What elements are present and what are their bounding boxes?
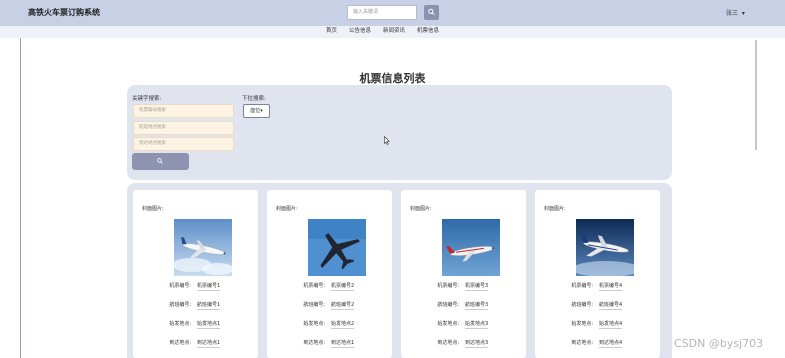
field-key: 始发地点: [571, 321, 593, 327]
tickets-list: 封面图片: 机票编号: 机票编号1 航班编号: 航班编号1 始发地点: 始发地点… [127, 183, 672, 358]
field-value: 到达地点3 [465, 340, 489, 348]
arrive-search-input[interactable]: 到达地点搜索 [133, 137, 234, 151]
nav-item-news[interactable]: 新闻资讯 [383, 27, 405, 36]
field-key: 到达地点: [437, 340, 459, 346]
flight-no-row: 航班编号: 航班编号3 [401, 301, 526, 311]
arrive-row: 到达地点: 到达地点3 [401, 339, 526, 349]
field-key: 机票编号: [303, 283, 325, 289]
top-bar: 高铁火车票订购系统 输入关键词 张三 ▾ [0, 0, 785, 26]
field-value: 始发地点3 [465, 321, 489, 329]
flight-no-row: 航班编号: 航班编号1 [133, 301, 258, 311]
field-key: 机票编号: [437, 283, 459, 289]
ticket-no-row: 机票编号: 机票编号1 [133, 282, 258, 292]
ticket-no-search-input[interactable]: 机票编号搜索 [133, 104, 234, 118]
field-key: 机票编号: [571, 283, 593, 289]
cover-image[interactable] [174, 219, 232, 276]
depart-row: 始发地点: 始发地点1 [133, 320, 258, 330]
ticket-card[interactable]: 封面图片: 机票编号: 机票编号2 航班编号: 航班编号2 始发地点: 始发地点… [267, 190, 392, 358]
cover-image[interactable] [442, 219, 500, 276]
flight-no-row: 航班编号: 航班编号4 [535, 301, 660, 311]
cover-image-label: 封面图片: [276, 206, 298, 212]
page-title: 机票信息列表 [359, 72, 426, 85]
field-key: 航班编号: [303, 302, 325, 308]
field-key: 始发地点: [303, 321, 325, 327]
field-value: 航班编号3 [465, 302, 489, 310]
cover-image-label: 封面图片: [544, 206, 566, 212]
field-key: 航班编号: [571, 302, 593, 308]
field-value: 机票编号3 [465, 283, 489, 291]
dropdown-value: 座位 [250, 108, 261, 114]
header-search-input[interactable]: 输入关键词 [347, 5, 417, 20]
search-icon [157, 158, 163, 164]
ticket-no-row: 机票编号: 机票编号2 [267, 282, 392, 292]
field-key: 到达地点: [303, 340, 325, 346]
depart-row: 始发地点: 始发地点3 [401, 320, 526, 330]
search-icon [428, 8, 435, 16]
scrollbar[interactable] [755, 40, 757, 150]
field-value: 航班编号2 [331, 302, 355, 310]
field-value: 到达地点1 [331, 340, 355, 348]
field-value: 机票编号4 [599, 283, 623, 291]
field-key: 始发地点: [437, 321, 459, 327]
depart-search-input[interactable]: 航班地点搜索 [133, 121, 234, 135]
field-key: 到达地点: [169, 340, 191, 346]
arrive-row: 到达地点: 到达地点1 [267, 339, 392, 349]
depart-row: 始发地点: 始发地点4 [535, 320, 660, 330]
field-value: 始发地点1 [197, 321, 221, 329]
watermark: CSDN @bysj703 [674, 337, 764, 350]
field-value: 到达地点4 [599, 340, 623, 348]
field-key: 航班编号: [437, 302, 459, 308]
field-value: 航班编号1 [197, 302, 221, 310]
cover-image-label: 封面图片: [410, 206, 432, 212]
field-key: 到达地点: [571, 340, 593, 346]
arrive-row: 到达地点: 到达地点4 [535, 339, 660, 349]
field-value: 始发地点4 [599, 321, 623, 329]
cover-image[interactable] [576, 219, 634, 276]
user-menu[interactable]: 张三 ▾ [726, 8, 745, 17]
keyword-search-label: 关键字搜索: [132, 96, 162, 102]
flight-no-row: 航班编号: 航班编号2 [267, 301, 392, 311]
main-nav: 首页 公告信息 新闻资讯 机票信息 [0, 26, 785, 38]
field-value: 到达地点1 [197, 340, 221, 348]
field-key: 机票编号: [169, 283, 191, 289]
nav-item-announcements[interactable]: 公告信息 [349, 27, 371, 36]
ticket-card[interactable]: 封面图片: 机票编号: 机票编号3 航班编号: 航班编号3 始发地点: 始发地点… [401, 190, 526, 358]
cover-image[interactable] [308, 219, 366, 276]
field-value: 航班编号4 [599, 302, 623, 310]
seat-dropdown[interactable]: 座位▾ [243, 104, 270, 118]
ticket-card[interactable]: 封面图片: 机票编号: 机票编号1 航班编号: 航班编号1 始发地点: 始发地点… [133, 190, 258, 358]
dropdown-search-label: 下拉搜索: [242, 96, 266, 102]
user-name: 张三 [726, 10, 739, 17]
nav-item-tickets[interactable]: 机票信息 [417, 27, 439, 36]
keyword-search-button[interactable] [132, 153, 189, 170]
ticket-card[interactable]: 封面图片: 机票编号: 机票编号4 航班编号: 航班编号4 始发地点: 始发地点… [535, 190, 660, 358]
field-value: 机票编号1 [197, 283, 221, 291]
field-key: 航班编号: [169, 302, 191, 308]
field-value: 始发地点2 [331, 321, 355, 329]
ticket-no-row: 机票编号: 机票编号3 [401, 282, 526, 292]
field-key: 始发地点: [169, 321, 191, 327]
nav-item-home[interactable]: 首页 [326, 27, 337, 36]
caret-down-icon: ▾ [260, 108, 263, 114]
caret-down-icon: ▾ [739, 10, 745, 17]
mouse-cursor-icon [384, 136, 390, 145]
app-title: 高铁火车票订购系统 [28, 8, 100, 17]
arrive-row: 到达地点: 到达地点1 [133, 339, 258, 349]
search-panel: 关键字搜索: 机票编号搜索 航班地点搜索 到达地点搜索 下拉搜索: 座位▾ [127, 85, 672, 180]
ticket-no-row: 机票编号: 机票编号4 [535, 282, 660, 292]
field-value: 机票编号2 [331, 283, 355, 291]
depart-row: 始发地点: 始发地点2 [267, 320, 392, 330]
header-search-button[interactable] [424, 5, 439, 20]
cover-image-label: 封面图片: [142, 206, 164, 212]
